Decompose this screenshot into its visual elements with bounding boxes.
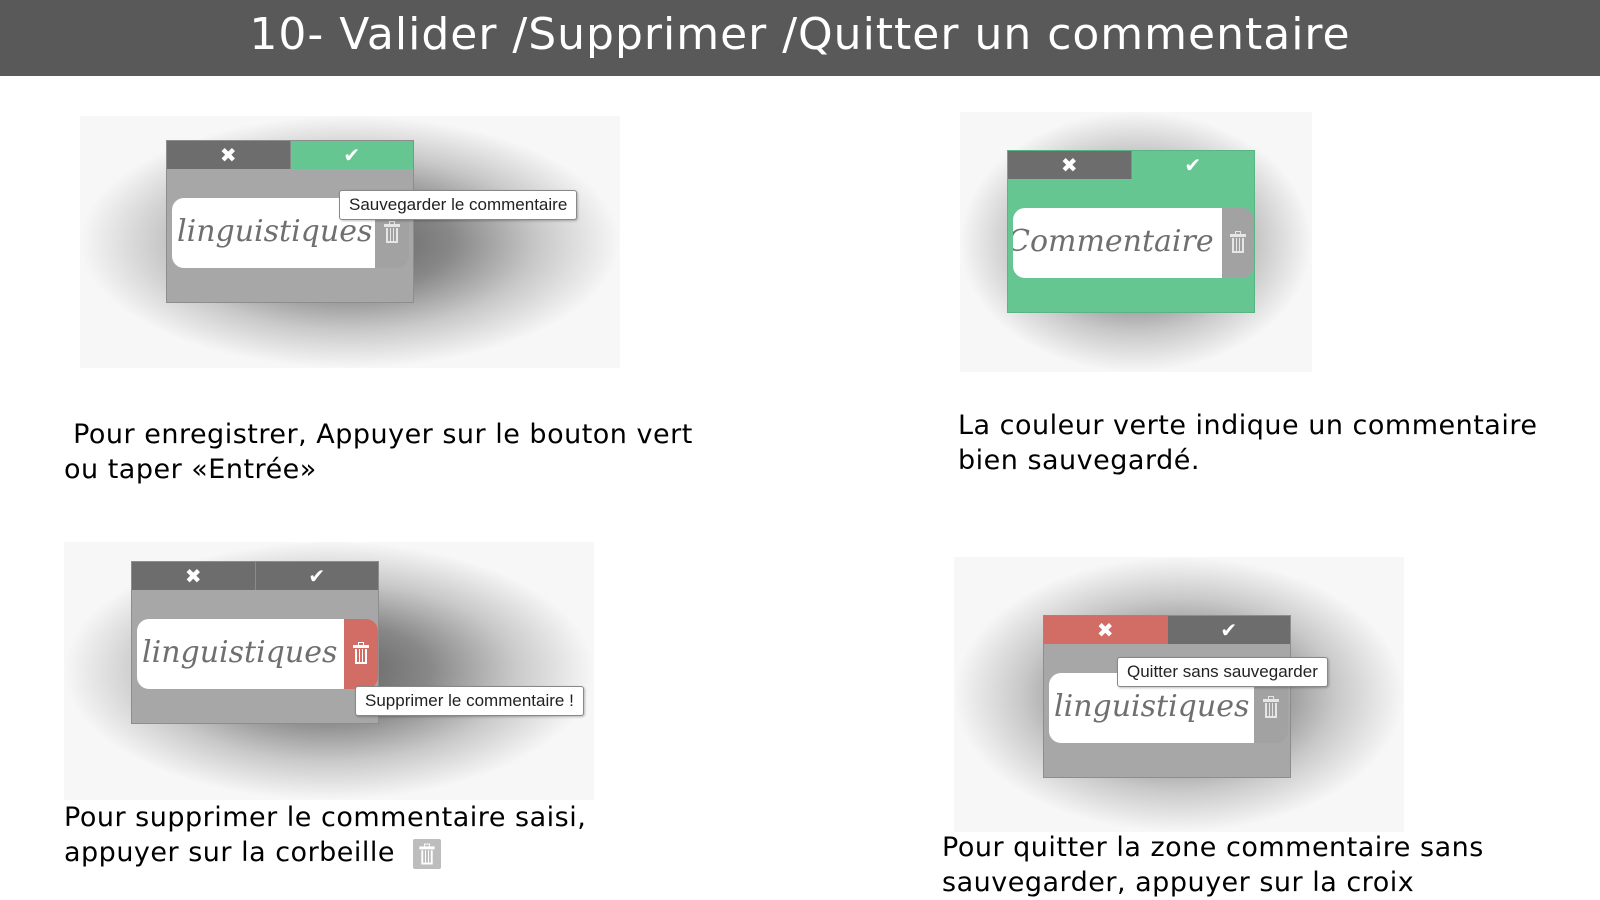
widget-toolbar: ✖ ✔ [1044,616,1290,644]
caption-saved: La couleur verte indique un commentaire … [958,408,1537,478]
trash-icon [353,642,369,664]
quit-tooltip: Quitter sans sauvegarder [1117,657,1328,687]
save-tooltip: Sauvegarder le commentaire [339,190,578,220]
caption-line: Pour quitter la zone commentaire sans [942,832,1484,863]
delete-button[interactable] [1222,208,1254,278]
caption-line: sauvegarder, appuyer sur la croix [942,867,1415,898]
close-icon: ✖ [219,143,237,167]
widget-toolbar: ✖ ✔ [1008,151,1254,179]
close-button[interactable]: ✖ [132,562,255,590]
delete-tooltip: Supprimer le commentaire ! [355,686,584,716]
caption-text: appuyer sur la corbeille [64,837,396,868]
caption-line: Pour enregistrer, Appuyer sur le bouton … [64,419,693,450]
comment-widget: ✖ ✔ linguistiques [131,561,379,724]
caption-line: appuyer sur la corbeille [64,835,586,870]
close-button[interactable]: ✖ [1044,616,1167,644]
page-title: 10- Valider /Supprimer /Quitter un comme… [0,0,1600,76]
save-button[interactable]: ✔ [1166,616,1290,644]
save-button[interactable]: ✔ [1130,151,1254,179]
trash-icon [413,838,442,869]
close-button[interactable]: ✖ [167,141,290,169]
comment-field[interactable]: linguistiques [137,619,345,689]
comment-widget: ✖ ✔ linguistiques [1043,615,1291,778]
caption-delete: Pour supprimer le commentaire saisi, app… [64,800,586,870]
close-icon: ✖ [1060,153,1078,177]
trash-icon [1263,696,1279,718]
widget-toolbar: ✖ ✔ [132,562,378,590]
comment-widget: ✖ ✔ Commentaire 2 [1007,150,1255,313]
caption-line: La couleur verte indique un commentaire [958,410,1538,441]
trash-icon [384,221,400,243]
caption-quit: Pour quitter la zone commentaire sans sa… [942,830,1484,900]
trash-icon [1230,231,1246,253]
close-icon: ✖ [1096,618,1114,642]
comment-widget: ✖ ✔ linguistiques [166,140,414,303]
comment-field[interactable]: Commentaire 2 [1013,208,1223,278]
screenshot-save: ✖ ✔ linguistiques Sauvegarder le comment… [80,116,620,368]
close-icon: ✖ [184,564,202,588]
check-icon: ✔ [343,143,361,167]
caption-line: ou taper «Entrée» [64,454,317,485]
check-icon: ✔ [1184,153,1202,177]
caption-line: Pour supprimer le commentaire saisi, [64,802,587,833]
screenshot-saved: ✖ ✔ Commentaire 2 [960,112,1312,372]
save-button[interactable]: ✔ [254,562,378,590]
caption-line: bien sauvegardé. [958,445,1200,476]
widget-toolbar: ✖ ✔ [167,141,413,169]
check-icon: ✔ [308,564,326,588]
close-button[interactable]: ✖ [1008,151,1131,179]
save-button[interactable]: ✔ [289,141,413,169]
screenshot-delete: ✖ ✔ linguistiques Supprimer le commentai… [64,542,594,800]
screenshot-quit: ✖ ✔ linguistiques Quitter sans sauvegard… [954,557,1404,832]
delete-button[interactable] [344,619,378,689]
check-icon: ✔ [1220,618,1238,642]
caption-save: Pour enregistrer, Appuyer sur le bouton … [64,417,693,487]
